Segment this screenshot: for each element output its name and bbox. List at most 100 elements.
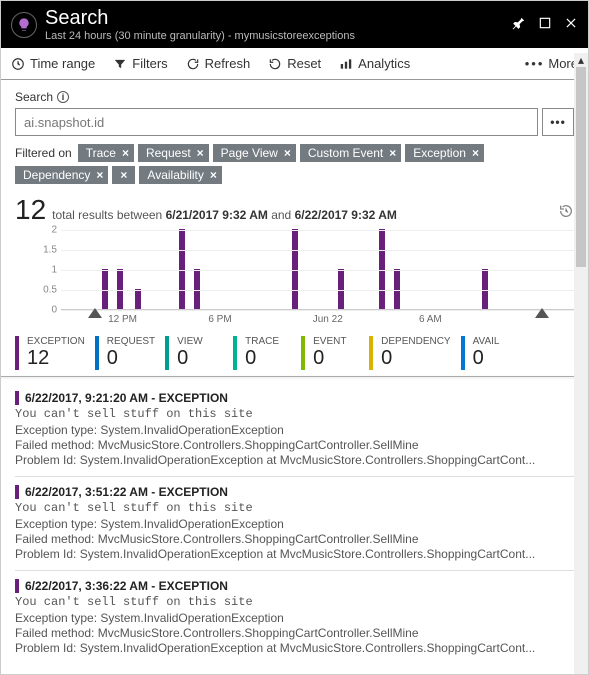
- analytics-label: Analytics: [358, 56, 410, 71]
- chip-remove-icon[interactable]: ×: [389, 146, 396, 160]
- more-button[interactable]: ••• More: [525, 56, 578, 71]
- metric-label: VIEW: [177, 336, 223, 347]
- chart-bar[interactable]: [135, 289, 141, 309]
- divider: [1, 376, 588, 377]
- chip-remove-icon[interactable]: ×: [284, 146, 291, 160]
- results-list: 6/22/2017, 9:21:20 AM - EXCEPTIONYou can…: [15, 383, 574, 664]
- maximize-icon[interactable]: [538, 16, 552, 33]
- chart-bar[interactable]: [179, 229, 185, 309]
- refresh-label: Refresh: [205, 56, 251, 71]
- filtered-on-label: Filtered on: [15, 146, 72, 160]
- chip-availability[interactable]: Availability×: [139, 166, 222, 184]
- item-message: You can't sell stuff on this site: [15, 407, 574, 421]
- range-handle-left[interactable]: [88, 308, 102, 318]
- chip-remove-icon[interactable]: ×: [197, 146, 204, 160]
- toolbar: Time range Filters Refresh Reset Analyti…: [1, 48, 588, 80]
- chip-remove-icon[interactable]: ×: [122, 146, 129, 160]
- chart-bar[interactable]: [194, 269, 200, 309]
- filters-button[interactable]: Filters: [113, 56, 167, 71]
- x-tick-label: 12 PM: [108, 314, 137, 325]
- search-panel: Search Last 24 hours (30 minute granular…: [0, 0, 589, 675]
- metric-value: 0: [381, 347, 450, 370]
- time-range-label: Time range: [30, 56, 95, 71]
- metric-label: REQUEST: [107, 336, 155, 347]
- item-message: You can't sell stuff on this site: [15, 595, 574, 609]
- panel-body: Search i ••• Filtered on Trace× Request×…: [1, 80, 588, 674]
- panel-title: Search: [45, 7, 355, 30]
- metric-label: DEPENDENCY: [381, 336, 450, 347]
- metric-value: 0: [245, 347, 291, 370]
- item-timestamp-heading: 6/22/2017, 3:51:22 AM - EXCEPTION: [15, 485, 574, 499]
- filter-chips: Filtered on Trace× Request× Page View× C…: [15, 144, 574, 184]
- metric-value: 0: [177, 347, 223, 370]
- pin-icon[interactable]: [512, 16, 526, 33]
- metric-value: 0: [473, 347, 519, 370]
- metric-value: 0: [107, 347, 155, 370]
- range-handle-right[interactable]: [535, 308, 549, 318]
- history-icon[interactable]: [558, 203, 574, 222]
- item-problem-id: Problem Id: System.InvalidOperationExcep…: [15, 547, 574, 561]
- refresh-button[interactable]: Refresh: [186, 56, 251, 71]
- results-count: 12: [15, 194, 46, 226]
- metric-value: 12: [27, 347, 85, 370]
- results-range-text: total results between 6/21/2017 9:32 AM …: [52, 208, 397, 222]
- panel-header: Search Last 24 hours (30 minute granular…: [1, 1, 588, 48]
- chip-remove-icon[interactable]: ×: [472, 146, 479, 160]
- chip-page-view[interactable]: Page View×: [213, 144, 296, 162]
- time-range-button[interactable]: Time range: [11, 56, 95, 71]
- metric-label: TRACE: [245, 336, 291, 347]
- timeline-chart[interactable]: 00.511.52 12 PM6 PMJun 226 AM: [15, 230, 574, 330]
- scrollbar[interactable]: ▴: [574, 53, 588, 674]
- chip-exception[interactable]: Exception×: [405, 144, 484, 162]
- metric-view[interactable]: VIEW0: [165, 336, 233, 370]
- chart-bar[interactable]: [394, 269, 400, 309]
- scroll-thumb[interactable]: [576, 67, 586, 267]
- chip-custom-event[interactable]: Custom Event×: [300, 144, 401, 162]
- results-summary: 12 total results between 6/21/2017 9:32 …: [15, 194, 574, 226]
- header-text: Search Last 24 hours (30 minute granular…: [45, 7, 355, 42]
- insights-bulb-icon: [11, 12, 37, 38]
- chip-trace[interactable]: Trace×: [78, 144, 134, 162]
- chip-dependency[interactable]: Dependency×: [15, 166, 108, 184]
- scroll-up-icon[interactable]: ▴: [574, 53, 588, 67]
- metric-label: EVENT: [313, 336, 359, 347]
- metric-label: EXCEPTION: [27, 336, 85, 347]
- reset-label: Reset: [287, 56, 321, 71]
- x-tick-label: Jun 22: [313, 314, 343, 325]
- reset-button[interactable]: Reset: [268, 56, 321, 71]
- chart-bar[interactable]: [117, 269, 123, 309]
- result-item[interactable]: 6/22/2017, 9:21:20 AM - EXCEPTIONYou can…: [15, 383, 574, 476]
- item-problem-id: Problem Id: System.InvalidOperationExcep…: [15, 641, 574, 655]
- metric-event[interactable]: EVENT0: [301, 336, 369, 370]
- metric-trace[interactable]: TRACE0: [233, 336, 301, 370]
- item-exception-type: Exception type: System.InvalidOperationE…: [15, 423, 574, 437]
- item-failed-method: Failed method: MvcMusicStore.Controllers…: [15, 438, 574, 452]
- close-icon[interactable]: [564, 16, 578, 33]
- item-exception-type: Exception type: System.InvalidOperationE…: [15, 517, 574, 531]
- chip-clear[interactable]: ×: [112, 166, 135, 184]
- result-item[interactable]: 6/22/2017, 3:36:22 AM - EXCEPTIONYou can…: [15, 570, 574, 664]
- x-tick-label: 6 PM: [208, 314, 231, 325]
- metric-request[interactable]: REQUEST0: [95, 336, 165, 370]
- analytics-button[interactable]: Analytics: [339, 56, 410, 71]
- metric-value: 0: [313, 347, 359, 370]
- chip-remove-icon[interactable]: ×: [96, 168, 103, 182]
- chart-bar[interactable]: [338, 269, 344, 309]
- search-input[interactable]: [15, 108, 538, 136]
- chart-bar[interactable]: [482, 269, 488, 309]
- item-failed-method: Failed method: MvcMusicStore.Controllers…: [15, 626, 574, 640]
- chart-bar[interactable]: [292, 229, 298, 309]
- result-item[interactable]: 6/22/2017, 3:51:22 AM - EXCEPTION You can…: [15, 476, 574, 570]
- x-tick-label: 6 AM: [419, 314, 442, 325]
- chart-bar[interactable]: [379, 229, 385, 309]
- metric-exception[interactable]: EXCEPTION12: [15, 336, 95, 370]
- item-message: You can't sell stuff on this site: [15, 501, 574, 515]
- metric-avail[interactable]: AVAIL0: [461, 336, 529, 370]
- chip-request[interactable]: Request×: [138, 144, 209, 162]
- chip-remove-icon[interactable]: ×: [210, 168, 217, 182]
- info-icon[interactable]: i: [57, 91, 69, 103]
- search-more-button[interactable]: •••: [542, 108, 574, 136]
- metric-dependency[interactable]: DEPENDENCY0: [369, 336, 460, 370]
- chart-bar[interactable]: [102, 269, 108, 309]
- panel-subtitle: Last 24 hours (30 minute granularity) - …: [45, 30, 355, 42]
